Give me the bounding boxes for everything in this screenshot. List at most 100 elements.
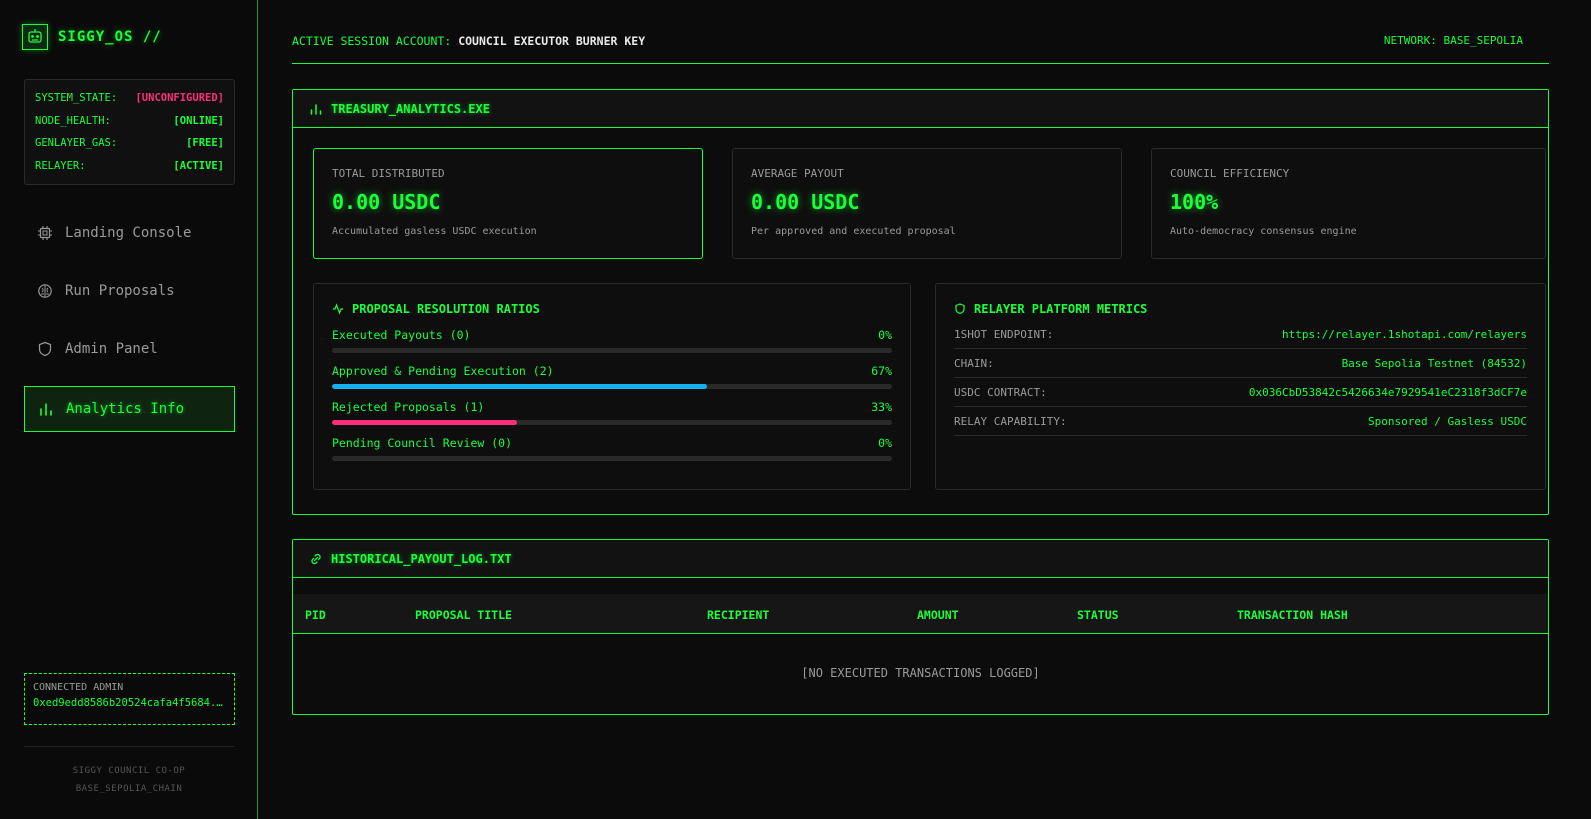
activity-icon: [333, 303, 343, 315]
status-row: NODE_HEALTH: [ONLINE]: [35, 112, 224, 135]
panel-title: HISTORICAL_PAYOUT_LOG.TXT: [331, 551, 512, 566]
ratio-percent: 33%: [871, 400, 892, 414]
column-header-amount[interactable]: AMOUNT: [917, 608, 959, 622]
session-label: ACTIVE SESSION ACCOUNT:: [292, 34, 452, 48]
stat-card-average-payout: AVERAGE PAYOUT 0.00 USDC Per approved an…: [732, 148, 1122, 259]
column-header-status[interactable]: STATUS: [1077, 608, 1119, 622]
stat-value: 0.00 USDC: [332, 190, 441, 214]
brand[interactable]: SIGGY_OS //: [22, 24, 162, 50]
stat-subtext: Per approved and executed proposal: [751, 226, 956, 237]
status-key: GENLAYER_GAS:: [35, 137, 118, 149]
ratio-label: Approved & Pending Execution (2): [332, 364, 554, 378]
link-icon: [311, 553, 321, 564]
nav-label: Analytics Info: [66, 401, 185, 417]
ratio-header: Pending Council Review (0) 0%: [332, 436, 892, 450]
chip-icon: [38, 226, 52, 240]
metric-value[interactable]: https://relayer.1shotapi.com/relayers: [1282, 328, 1527, 341]
stat-value: 100%: [1170, 190, 1219, 214]
nav-item-analytics-info[interactable]: Analytics Info: [24, 386, 235, 432]
ratio-label: Rejected Proposals (1): [332, 400, 485, 414]
ratio-progress-track: [332, 456, 892, 461]
bar-chart-icon: [40, 403, 52, 416]
bar-chart-icon: [310, 103, 322, 115]
ratios-title-text: PROPOSAL RESOLUTION RATIOS: [352, 302, 540, 316]
relayer-title-text: RELAYER PLATFORM METRICS: [974, 302, 1148, 316]
ratio-item: Executed Payouts (0) 0%: [332, 328, 892, 353]
treasury-analytics-panel: TREASURY_ANALYTICS.EXE TOTAL DISTRIBUTED…: [292, 89, 1549, 515]
sidebar-divider: [24, 746, 235, 747]
ratio-progress-track: [332, 420, 892, 425]
ratio-item: Approved & Pending Execution (2) 67%: [332, 364, 892, 389]
column-header-transaction-hash[interactable]: TRANSACTION HASH: [1237, 608, 1348, 622]
metric-key: RELAY CAPABILITY:: [954, 414, 1067, 428]
metric-key: 1SHOT ENDPOINT:: [954, 327, 1054, 341]
stat-card-council-efficiency: COUNCIL EFFICIENCY 100% Auto-democracy c…: [1151, 148, 1546, 259]
ratio-label: Executed Payouts (0): [332, 328, 471, 342]
nav-item-landing-console[interactable]: Landing Console: [24, 210, 235, 256]
network-indicator: NETWORK: BASE_SEPOLIA: [1383, 34, 1523, 47]
column-header-pid[interactable]: PID: [305, 608, 326, 622]
sidebar-footer: SIGGY COUNCIL CO-OP BASE_SEPOLIA_CHAIN: [0, 762, 258, 798]
empty-table-message: [NO EXECUTED TRANSACTIONS LOGGED]: [801, 666, 1040, 680]
ratio-percent: 0%: [878, 328, 892, 342]
ratio-header: Executed Payouts (0) 0%: [332, 328, 892, 342]
stat-subtext: Accumulated gasless USDC execution: [332, 226, 537, 237]
panel-header: HISTORICAL_PAYOUT_LOG.TXT: [293, 540, 1548, 578]
ratio-label: Pending Council Review (0): [332, 436, 513, 450]
footer-line: SIGGY COUNCIL CO-OP: [72, 766, 186, 776]
shield-icon: [38, 341, 52, 357]
metric-row: CHAIN: Base Sepolia Testnet (84532): [954, 349, 1527, 378]
status-key: NODE_HEALTH:: [35, 114, 111, 127]
sidebar: SIGGY_OS // SYSTEM_STATE: [UNCONFIGURED] …: [0, 0, 258, 819]
payout-log-panel: HISTORICAL_PAYOUT_LOG.TXT PID PROPOSAL T…: [292, 539, 1549, 715]
metric-key: USDC CONTRACT:: [954, 385, 1047, 399]
metric-row: USDC CONTRACT: 0x036CbD53842c5426634e7929…: [954, 378, 1527, 407]
ratio-item: Rejected Proposals (1) 33%: [332, 400, 892, 425]
shield-icon: [955, 303, 965, 315]
status-key: RELAYER:: [35, 159, 86, 172]
metric-row: 1SHOT ENDPOINT: https://relayer.1shotapi.…: [954, 320, 1527, 349]
relayer-title: RELAYER PLATFORM METRICS: [954, 302, 1527, 316]
nav-label: Run Proposals: [65, 283, 175, 299]
ratio-percent: 67%: [871, 364, 892, 378]
column-header-recipient[interactable]: RECIPIENT: [707, 608, 769, 622]
status-row: GENLAYER_GAS: [FREE]: [35, 134, 224, 157]
column-header-proposal-title[interactable]: PROPOSAL TITLE: [415, 608, 512, 622]
brand-title: SIGGY_OS //: [58, 29, 162, 45]
connected-admin-card: CONNECTED ADMIN 0xed9edd8586b20524cafa4f…: [24, 673, 235, 725]
status-value: [ONLINE]: [173, 114, 224, 127]
ratio-header: Rejected Proposals (1) 33%: [332, 400, 892, 414]
metric-row: RELAY CAPABILITY: Sponsored / Gasless USD…: [954, 407, 1527, 436]
ratio-progress-fill: [332, 384, 708, 389]
brain-icon: [38, 284, 52, 298]
status-row: SYSTEM_STATE: [UNCONFIGURED]: [35, 89, 224, 112]
ratio-percent: 0%: [878, 436, 892, 450]
relayer-metrics-list: 1SHOT ENDPOINT: https://relayer.1shotapi.…: [954, 320, 1527, 436]
stat-label: TOTAL DISTRIBUTED: [332, 167, 445, 180]
metric-value: Sponsored / Gasless USDC: [1368, 414, 1527, 428]
metric-value[interactable]: 0x036CbD53842c5426634e7929541eC2318f3dCF…: [1249, 386, 1527, 399]
ratio-progress-track: [332, 384, 892, 389]
proposal-ratios-panel: PROPOSAL RESOLUTION RATIOS Executed Payo…: [313, 283, 911, 490]
session-account: ACTIVE SESSION ACCOUNT: COUNCIL EXECUTOR…: [292, 34, 645, 63]
panel-title: TREASURY_ANALYTICS.EXE: [331, 101, 490, 116]
ratio-progress-track: [332, 348, 892, 353]
stat-value: 0.00 USDC: [751, 190, 860, 214]
stat-subtext: Auto-democracy consensus engine: [1170, 226, 1357, 237]
stat-label: COUNCIL EFFICIENCY: [1170, 167, 1290, 180]
metric-value: Base Sepolia Testnet (84532): [1341, 356, 1527, 370]
footer-line: BASE_SEPOLIA_CHAIN: [75, 784, 183, 794]
status-key: SYSTEM_STATE:: [35, 92, 118, 104]
metric-key: CHAIN:: [954, 356, 994, 370]
nav-label: Admin Panel: [65, 341, 158, 357]
ratios-title: PROPOSAL RESOLUTION RATIOS: [332, 302, 892, 316]
admin-address[interactable]: 0xed9edd8586b20524cafa4f5684...: [33, 697, 226, 709]
nav-item-run-proposals[interactable]: Run Proposals: [24, 268, 235, 314]
nav-label: Landing Console: [65, 225, 192, 241]
status-row: RELAYER: [ACTIVE]: [35, 157, 224, 180]
status-value: [UNCONFIGURED]: [135, 92, 224, 104]
nav-item-admin-panel[interactable]: Admin Panel: [24, 326, 235, 372]
main-content: ACTIVE SESSION ACCOUNT: COUNCIL EXECUTOR…: [259, 0, 1591, 819]
admin-label: CONNECTED ADMIN: [33, 682, 124, 693]
ratio-progress-fill: [332, 420, 517, 425]
